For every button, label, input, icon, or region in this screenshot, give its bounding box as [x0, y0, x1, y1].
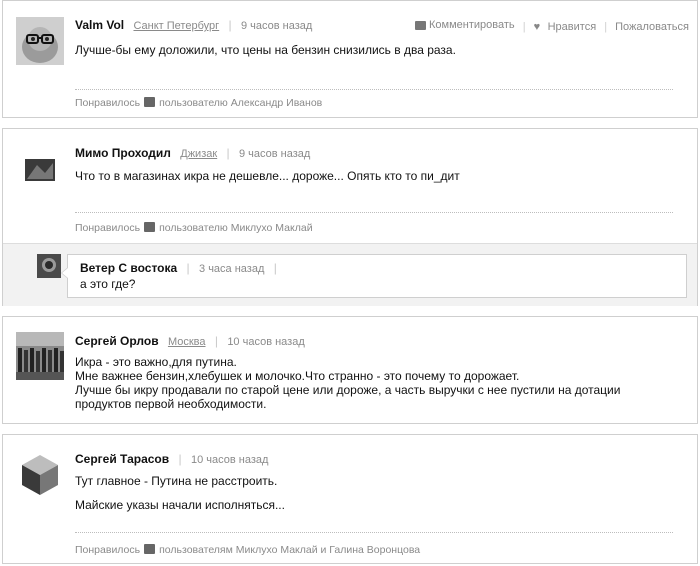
like-badge-icon: [144, 222, 156, 232]
divider: |: [604, 20, 608, 33]
divider: |: [273, 261, 277, 275]
liked-users[interactable]: пользователям Миклухо Маклай и Галина Во…: [159, 544, 420, 556]
dotted-divider: [75, 89, 673, 90]
heart-icon: ♥: [533, 20, 541, 33]
liked-users[interactable]: пользователю Миклухо Маклай: [159, 222, 312, 234]
comment-text: Лучше-бы ему доложили, что цены на бензи…: [75, 43, 456, 57]
comment-header: Сергей Тарасов | 10 часов назад: [75, 452, 268, 466]
liked-by: Понравилось пользователю Миклухо Маклай: [75, 222, 313, 234]
comment-line: Майские указы начали исполняться...: [75, 498, 285, 512]
divider: |: [178, 452, 182, 466]
author-city[interactable]: Джизак: [180, 148, 217, 160]
comment-button[interactable]: Комментировать: [414, 19, 515, 31]
reply-comment: Ветер С востока | 3 часа назад | а это г…: [61, 254, 687, 298]
like-button[interactable]: ♥ Нравится: [534, 21, 597, 33]
comment-line: продуктов первой необходимости.: [75, 397, 267, 411]
comment-text: Тут главное - Путина не расстроить. Майс…: [75, 474, 685, 512]
reply-time: 3 часа назад: [199, 263, 265, 275]
liked-label: Понравилось: [75, 544, 141, 556]
divider: |: [522, 20, 526, 33]
complain-button[interactable]: Пожаловаться: [615, 21, 689, 33]
comment-card: Сергей Тарасов | 10 часов назад Тут глав…: [2, 434, 698, 564]
liked-users[interactable]: пользователю Александр Иванов: [159, 97, 322, 109]
avatar[interactable]: [23, 153, 57, 187]
avatar[interactable]: [16, 451, 64, 499]
comment-text: Что то в магазинах икра не дешевле... до…: [75, 169, 460, 183]
comment-line: Тут главное - Путина не расстроить.: [75, 474, 278, 488]
dotted-divider: [75, 212, 673, 213]
liked-by: Понравилось пользователям Миклухо Маклай …: [75, 544, 420, 556]
comment-line: Икра - это важно,для путина.: [75, 355, 237, 369]
liked-label: Понравилось: [75, 222, 141, 234]
liked-by: Понравилось пользователю Александр Иванов: [75, 97, 322, 109]
divider: |: [228, 18, 232, 32]
divider: |: [226, 146, 230, 160]
author-city[interactable]: Санкт Петербург: [133, 20, 219, 32]
comment-header: Valm Vol Санкт Петербург | 9 часов назад: [75, 18, 312, 32]
comment-line: Мне важнее бензин,хлебушек и молочко.Что…: [75, 369, 520, 383]
comment-card: Valm Vol Санкт Петербург | 9 часов назад…: [2, 0, 698, 118]
comment-time: 9 часов назад: [239, 148, 311, 160]
comment-card: Сергей Орлов Москва | 10 часов назад Икр…: [2, 316, 698, 424]
comment-line: Лучше бы икру продавали по старой цене и…: [75, 383, 621, 397]
comment-time: 10 часов назад: [190, 454, 269, 466]
like-button-label: Нравится: [547, 20, 597, 33]
avatar[interactable]: [16, 332, 64, 380]
reply-header: Ветер С востока | 3 часа назад |: [80, 261, 283, 275]
liked-label: Понравилось: [75, 97, 141, 109]
comment-button-label: Комментировать: [428, 19, 515, 31]
divider: |: [214, 334, 218, 348]
avatar[interactable]: [37, 254, 61, 278]
reply-thread: Ветер С востока | 3 часа назад | а это г…: [3, 243, 697, 306]
comment-text: Икра - это важно,для путина. Мне важнее …: [75, 355, 685, 411]
speech-bubble-icon: [414, 20, 426, 30]
like-badge-icon: [144, 97, 156, 107]
complain-button-label: Пожаловаться: [615, 20, 689, 33]
comment-header: Сергей Орлов Москва | 10 часов назад: [75, 334, 305, 348]
like-badge-icon: [144, 544, 156, 554]
author-name[interactable]: Сергей Орлов: [75, 334, 159, 348]
dotted-divider: [75, 532, 673, 533]
comment-time: 10 часов назад: [227, 336, 305, 348]
comment-time: 9 часов назад: [240, 20, 313, 32]
author-name[interactable]: Valm Vol: [75, 18, 124, 32]
author-city[interactable]: Москва: [168, 336, 206, 348]
reply-text: а это где?: [80, 277, 136, 291]
comment-card: Мимо Проходил Джизак | 9 часов назад Что…: [2, 128, 698, 306]
divider: |: [186, 261, 190, 275]
reply-author-name[interactable]: Ветер С востока: [80, 261, 177, 275]
avatar[interactable]: [16, 17, 64, 65]
author-name[interactable]: Мимо Проходил: [75, 146, 171, 160]
comment-header: Мимо Проходил Джизак | 9 часов назад: [75, 146, 310, 160]
comment-actions: Комментировать | ♥ Нравится | Пожаловать…: [414, 19, 689, 33]
author-name[interactable]: Сергей Тарасов: [75, 452, 169, 466]
